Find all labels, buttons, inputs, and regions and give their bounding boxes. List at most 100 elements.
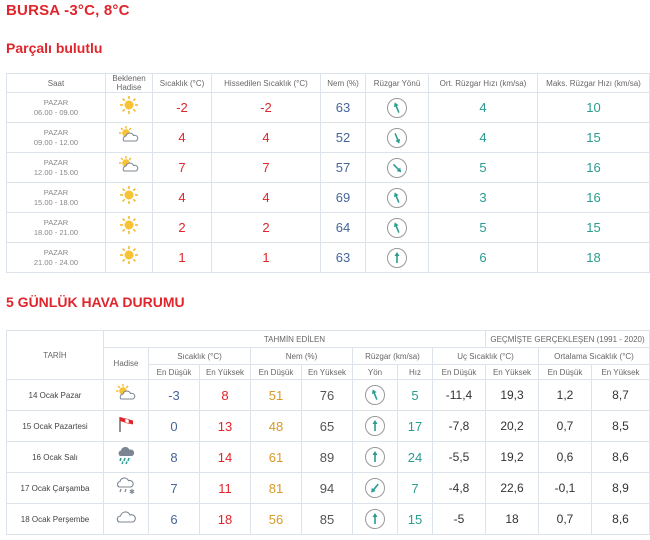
wind-direction-icon — [365, 447, 385, 467]
forecast-table: TARİH TAHMİN EDİLEN GEÇMİŞTE GERÇEKLEŞEN… — [6, 330, 650, 535]
day-label: PAZAR — [43, 187, 69, 197]
col-feels: Hissedilen Sıcaklık (°C) — [211, 73, 321, 93]
avg-high: 8,9 — [591, 472, 650, 504]
hourly-row: PAZAR 09.00 - 12.00 4 4 52 4 15 — [6, 122, 650, 153]
wind-direction-icon — [365, 416, 385, 436]
temp-value: -2 — [152, 92, 212, 123]
avg-low: 0,7 — [538, 410, 592, 442]
col-avg: Ortalama Sıcaklık (°C) — [538, 347, 650, 365]
extreme-high: 18 — [485, 503, 539, 535]
avg-high: 8,6 — [591, 441, 650, 473]
extreme-high: 22,6 — [485, 472, 539, 504]
humidity-value: 63 — [320, 92, 366, 123]
date-value: 16 Ocak Salı — [6, 441, 104, 473]
wind-direction-icon — [365, 478, 385, 498]
hum-high: 89 — [301, 441, 353, 473]
temp-low: 6 — [148, 503, 200, 535]
lbl-speed: Hız — [397, 364, 433, 380]
feels-value: 4 — [211, 122, 321, 153]
lbl-ext-high: En Yüksek — [485, 364, 539, 380]
event-cell — [103, 441, 149, 473]
time-range: 21.00 - 24.00 — [33, 257, 79, 267]
date-value: 14 Ocak Pazar — [6, 379, 104, 411]
feels-value: 1 — [211, 242, 321, 273]
humidity-value: 64 — [320, 212, 366, 243]
col-extreme: Uç Sıcaklık (°C) — [432, 347, 539, 365]
avg-low: -0,1 — [538, 472, 592, 504]
max-wind-value: 18 — [537, 242, 650, 273]
wind-dir-cell — [365, 242, 429, 273]
avg-wind-value: 6 — [428, 242, 538, 273]
lbl-ext-low: En Düşük — [432, 364, 486, 380]
rain-icon — [115, 445, 137, 470]
col-max-wind: Maks. Rüzgar Hızı (km/sa) — [537, 73, 650, 93]
temp-high: 18 — [199, 503, 251, 535]
partly-cloudy-icon — [118, 125, 140, 150]
forecast-title: 5 GÜNLÜK HAVA DURUMU — [6, 294, 185, 310]
forecast-row: 14 Ocak Pazar -3 8 51 76 5 -11,4 19,3 1,2 8,7 — [6, 379, 650, 411]
forecast-row: 16 Ocak Salı 8 14 61 89 24 -5,5 19,2 0,6 8,6 — [6, 441, 650, 473]
extreme-high: 19,2 — [485, 441, 539, 473]
current-condition: Parçalı bulutlu — [6, 40, 103, 56]
humidity-value: 69 — [320, 182, 366, 213]
day-label: PAZAR — [43, 127, 69, 137]
time-range: 09.00 - 12.00 — [33, 137, 79, 147]
avg-low: 1,2 — [538, 379, 592, 411]
forecast-row: 15 Ocak Pazartesi 0 13 48 65 17 -7,8 20,2 0,7 8,5 — [6, 410, 650, 442]
event-cell — [105, 92, 153, 123]
humidity-value: 63 — [320, 242, 366, 273]
temp-low: 0 — [148, 410, 200, 442]
max-wind-value: 16 — [537, 152, 650, 183]
col-wind-dir: Rüzgar Yönü — [365, 73, 429, 93]
wind-dir-cell — [365, 92, 429, 123]
humidity-value: 52 — [320, 122, 366, 153]
wind-dir-cell — [365, 152, 429, 183]
avg-wind-value: 4 — [428, 92, 538, 123]
sun-icon — [119, 245, 139, 270]
wind-direction-icon — [387, 157, 407, 178]
day-label: PAZAR — [43, 217, 69, 227]
wind-dir-cell — [365, 122, 429, 153]
col-humidity: Nem (%) — [250, 347, 353, 365]
avg-wind-value: 5 — [428, 212, 538, 243]
temp-high: 8 — [199, 379, 251, 411]
col-event: Beklenen Hadise — [105, 73, 153, 93]
date-value: 18 Ocak Perşembe — [6, 503, 104, 535]
partly-cloudy-icon — [115, 383, 137, 408]
day-label: PAZAR — [43, 97, 69, 107]
wind-dir-cell — [352, 379, 398, 411]
hum-high: 85 — [301, 503, 353, 535]
max-wind-value: 15 — [537, 212, 650, 243]
extreme-low: -11,4 — [432, 379, 486, 411]
col-wind: Rüzgar (km/sa) — [352, 347, 433, 365]
day-label: PAZAR — [43, 157, 69, 167]
wind-speed: 24 — [397, 441, 433, 473]
col-temp: Sıcaklık (°C) — [148, 347, 251, 365]
avg-high: 8,5 — [591, 410, 650, 442]
date-value: 15 Ocak Pazartesi — [6, 410, 104, 442]
time-cell: PAZAR 18.00 - 21.00 — [6, 212, 106, 243]
event-cell — [103, 503, 149, 535]
event-cell — [105, 212, 153, 243]
temp-high: 11 — [199, 472, 251, 504]
col-event: Hadise — [103, 347, 149, 380]
lbl-avg-low: En Düşük — [538, 364, 592, 380]
feels-value: -2 — [211, 92, 321, 123]
wind-speed: 15 — [397, 503, 433, 535]
page-title: BURSA -3°C, 8°C — [6, 2, 130, 19]
forecast-subgroup-row: Hadise Sıcaklık (°C) Nem (%) Rüzgar (km/… — [7, 347, 650, 380]
lbl-temp-low: En Düşük — [148, 364, 200, 380]
temp-low: 7 — [148, 472, 200, 504]
forecast-group-row: TARİH TAHMİN EDİLEN GEÇMİŞTE GERÇEKLEŞEN… — [6, 330, 650, 380]
hum-high: 94 — [301, 472, 353, 504]
partly-cloudy-icon — [118, 155, 140, 180]
sun-icon — [119, 185, 139, 210]
avg-wind-value: 5 — [428, 152, 538, 183]
event-cell — [105, 182, 153, 213]
event-cell — [103, 410, 149, 442]
extreme-high: 19,3 — [485, 379, 539, 411]
max-wind-value: 16 — [537, 182, 650, 213]
hourly-table: Saat Beklenen Hadise Sıcaklık (°C) Hisse… — [6, 73, 650, 273]
col-avg-wind: Ort. Rüzgar Hızı (km/sa) — [428, 73, 538, 93]
lbl-hum-low: En Düşük — [250, 364, 302, 380]
